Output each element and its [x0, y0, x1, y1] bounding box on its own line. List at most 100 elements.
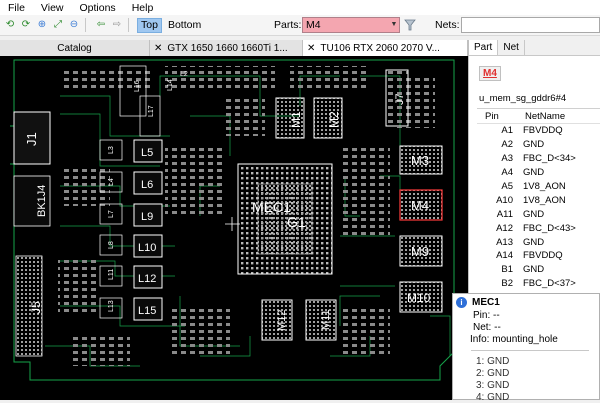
- popup-list-item: 2: GND: [476, 368, 510, 379]
- pin-number: A5: [501, 181, 513, 192]
- label-m12: M12: [276, 310, 288, 331]
- rotate-right-icon[interactable]: ⟳: [20, 19, 32, 31]
- popup-list-item: 1: GND: [476, 356, 510, 367]
- pin-table-row[interactable]: A13 GND: [477, 235, 600, 249]
- pin-table-row[interactable]: A12 FBC_D<43>: [477, 221, 600, 235]
- parts-label: Parts:: [274, 19, 302, 31]
- zoom-in-icon[interactable]: ⊕: [36, 19, 48, 31]
- tab-tu106[interactable]: ✕ TU106 RTX 2060 2070 V...: [303, 40, 468, 56]
- pin-number: A11: [496, 208, 513, 220]
- svg-text:L17: L17: [148, 105, 155, 117]
- pin-number: A1: [501, 125, 513, 137]
- rotate-left-icon[interactable]: ⟲: [4, 19, 16, 31]
- popup-pin: Pin: --: [473, 310, 500, 321]
- pin-netname: FBVDDQ: [523, 250, 563, 262]
- label-m11: M11: [320, 309, 332, 330]
- pin-number: B2: [501, 278, 513, 290]
- column-netname-header[interactable]: NetName: [507, 111, 565, 122]
- pin-table-row[interactable]: A2 GND: [477, 138, 600, 152]
- label-l5: L5: [141, 147, 153, 159]
- component-info-popup: i MEC1 Pin: -- Net: -- Info: mounting_ho…: [452, 293, 600, 403]
- svg-text:L13: L13: [108, 300, 115, 312]
- pin-netname: GND: [523, 236, 545, 248]
- pin-number: B1: [501, 264, 513, 276]
- pin-table: Pin NetName A1 FBVDDQ A2 GND A3 FBC_D<34> A4 GN…: [477, 108, 600, 291]
- label-j1: J1: [24, 132, 39, 146]
- label-m3: M3: [411, 153, 429, 168]
- menu-options[interactable]: Options: [72, 2, 124, 14]
- pcb-canvas[interactable]: J1 BK1J4 J5 L5 L6 L9 L10 L12 L15 M1 M2 J…: [0, 56, 468, 400]
- pin-number: A13: [496, 236, 513, 248]
- pin-netname: FBC_D<37>: [523, 278, 576, 290]
- nets-label: Nets:: [435, 19, 460, 31]
- zoom-out-icon[interactable]: ⊖: [68, 19, 80, 31]
- label-l12: L12: [138, 273, 156, 285]
- pin-table-row[interactable]: A3 FBC_D<34>: [477, 152, 600, 166]
- pin-netname: GND: [523, 139, 545, 151]
- tab-catalog-label: Catalog: [57, 42, 92, 54]
- chevron-down-icon[interactable]: ▼: [389, 18, 399, 32]
- pin-table-row[interactable]: B1 GND: [477, 263, 600, 277]
- menu-file[interactable]: File: [0, 2, 33, 14]
- pin-number: A3: [501, 153, 513, 165]
- pin-table-row[interactable]: B2 FBC_D<37>: [477, 277, 600, 291]
- pin-table-row[interactable]: A14 FBVDDQ: [477, 249, 600, 263]
- column-pin-header[interactable]: Pin: [477, 111, 507, 122]
- tab-catalog[interactable]: Catalog: [0, 40, 150, 56]
- svg-text:L7: L7: [108, 210, 115, 218]
- label-j5: J5: [29, 301, 43, 314]
- pin-netname: FBC_D<34>: [523, 153, 576, 165]
- label-m10: M10: [407, 291, 431, 305]
- filter-icon[interactable]: [404, 18, 416, 32]
- pin-netname: GND: [523, 208, 545, 220]
- label-l6: L6: [141, 179, 153, 191]
- pin-table-row[interactable]: A1 FBVDDQ: [477, 124, 600, 138]
- pcb-board-view[interactable]: J1 BK1J4 J5 L5 L6 L9 L10 L12 L15 M1 M2 J…: [0, 56, 468, 400]
- bottom-view-button[interactable]: Bottom: [165, 18, 204, 33]
- pin-table-row[interactable]: A4 GND: [477, 166, 600, 180]
- pin-number: A14: [496, 250, 513, 262]
- pin-netname: GND: [523, 167, 545, 179]
- parts-search-input[interactable]: M4 ▼: [302, 17, 400, 33]
- close-icon[interactable]: ✕: [307, 43, 315, 54]
- parts-search-value: M4: [306, 19, 321, 31]
- nets-search-input[interactable]: [461, 17, 600, 33]
- pin-netname: 1V8_AON: [523, 194, 566, 206]
- popup-divider: [471, 350, 589, 351]
- tab-gtx1650-label: GTX 1650 1660 1660Ti 1...: [167, 42, 288, 54]
- tab-part[interactable]: Part: [469, 40, 499, 55]
- popup-info: Info: mounting_hole: [470, 334, 558, 345]
- tab-gtx1650[interactable]: ✕ GTX 1650 1660 1660Ti 1...: [150, 40, 303, 56]
- back-arrow-icon[interactable]: ⇦: [95, 19, 107, 31]
- close-icon[interactable]: ✕: [154, 43, 162, 54]
- menu-bar: File View Options Help: [0, 0, 600, 15]
- document-tab-bar: Catalog ✕ GTX 1650 1660 1660Ti 1... ✕ TU…: [0, 40, 468, 56]
- pin-table-row[interactable]: A5 1V8_AON: [477, 180, 600, 194]
- svg-text:L11: L11: [108, 269, 115, 280]
- pin-table-row[interactable]: A11 GND: [477, 207, 600, 221]
- label-mec1: MEC1: [252, 199, 291, 215]
- zoom-fit-icon[interactable]: ⤢: [52, 19, 64, 31]
- label-m9: M9: [411, 244, 429, 259]
- label-l10: L10: [138, 242, 156, 254]
- tab-net[interactable]: Net: [498, 40, 525, 55]
- side-tab-bar: Part Net: [469, 40, 600, 56]
- label-bk1j4: BK1J4: [36, 185, 48, 217]
- popup-title: MEC1: [472, 297, 500, 308]
- label-l9: L9: [141, 211, 153, 223]
- svg-text:L8: L8: [108, 241, 115, 249]
- pin-table-row[interactable]: A10 1V8_AON: [477, 193, 600, 207]
- top-view-button[interactable]: Top: [137, 17, 162, 33]
- label-m2: M2: [327, 111, 341, 128]
- label-g1: G1: [287, 214, 306, 230]
- tab-tu106-label: TU106 RTX 2060 2070 V...: [320, 42, 440, 54]
- part-name: u_mem_sg_gddr6#4: [479, 93, 567, 104]
- part-badge[interactable]: M4: [479, 66, 501, 81]
- popup-list-item: 3: GND: [476, 380, 510, 391]
- forward-arrow-icon[interactable]: ⇨: [111, 19, 123, 31]
- menu-help[interactable]: Help: [124, 2, 162, 14]
- svg-text:L3: L3: [108, 146, 115, 154]
- pin-number: A4: [501, 167, 513, 179]
- svg-text:L4: L4: [108, 178, 115, 186]
- menu-view[interactable]: View: [33, 2, 72, 14]
